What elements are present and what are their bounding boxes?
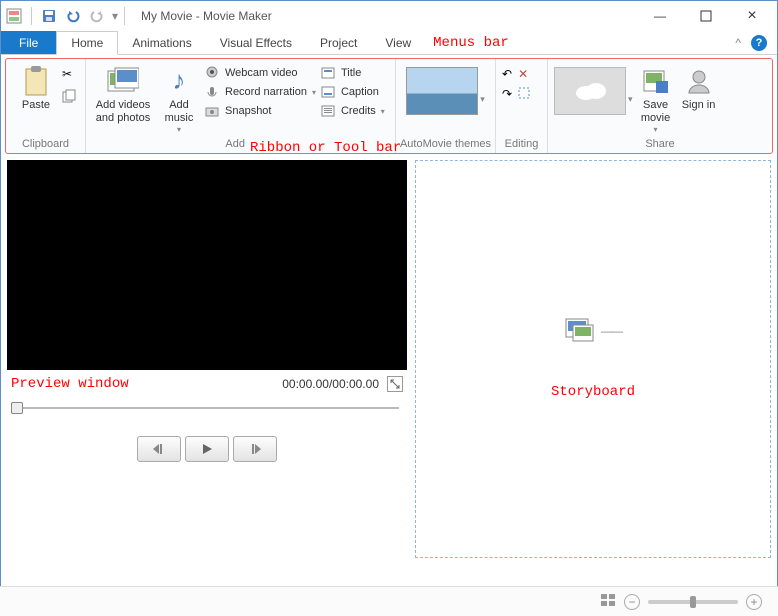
- tab-home[interactable]: Home: [56, 31, 118, 55]
- credits-button[interactable]: Credits ▾: [320, 103, 385, 119]
- snapshot-button[interactable]: Snapshot: [204, 103, 316, 119]
- window-title: My Movie - Movie Maker: [141, 9, 272, 23]
- annotation-storyboard: Storyboard: [551, 384, 635, 400]
- storyboard-placeholder-icon: ——: [565, 318, 621, 344]
- next-frame-button[interactable]: [233, 436, 277, 462]
- annotation-menus: Menus bar: [425, 31, 517, 54]
- thumbnails-view-icon[interactable]: [600, 593, 616, 610]
- menu-bar: File Home Animations Visual Effects Proj…: [1, 31, 777, 55]
- add-videos-button[interactable]: Add videos and photos: [92, 63, 154, 125]
- tab-project[interactable]: Project: [306, 31, 371, 54]
- paste-button[interactable]: Paste: [12, 63, 60, 112]
- ribbon-collapse-icon[interactable]: ^: [735, 36, 741, 50]
- group-share: Share: [548, 136, 772, 153]
- close-button[interactable]: ×: [729, 1, 775, 31]
- time-display: 00:00.00/00:00.00: [282, 377, 379, 391]
- rotate-right-icon[interactable]: ↷: [502, 87, 512, 102]
- tab-view[interactable]: View: [371, 31, 425, 54]
- titlebar: ▾ My Movie - Movie Maker ― ×: [1, 1, 777, 31]
- save-movie-button[interactable]: Save movie▾: [635, 63, 677, 135]
- seek-slider[interactable]: [11, 404, 403, 412]
- prev-frame-button[interactable]: [137, 436, 181, 462]
- storyboard-pane[interactable]: —— Storyboard: [415, 160, 771, 558]
- redo-icon[interactable]: [86, 5, 108, 27]
- group-automovie: AutoMovie themes: [396, 136, 495, 153]
- delete-icon[interactable]: ✕: [518, 67, 528, 81]
- title-button[interactable]: Title: [320, 65, 385, 81]
- tab-file[interactable]: File: [1, 31, 56, 54]
- share-cloud-icon[interactable]: [554, 67, 626, 115]
- play-button[interactable]: [185, 436, 229, 462]
- preview-pane: Preview window 00:00.00/00:00.00: [7, 160, 407, 558]
- maximize-button[interactable]: [683, 1, 729, 31]
- undo-icon[interactable]: [62, 5, 84, 27]
- annotation-ribbon: Ribbon or Tool bar: [250, 140, 401, 156]
- tab-animations[interactable]: Animations: [118, 31, 205, 54]
- zoom-slider[interactable]: [648, 600, 738, 604]
- video-preview[interactable]: [7, 160, 407, 370]
- zoom-in-button[interactable]: +: [746, 594, 762, 610]
- record-narration-button[interactable]: Record narration ▾: [204, 84, 316, 100]
- fullscreen-icon[interactable]: [387, 376, 403, 392]
- rotate-left-icon[interactable]: ↶: [502, 67, 512, 81]
- app-icon: [3, 5, 25, 27]
- zoom-out-button[interactable]: −: [624, 594, 640, 610]
- add-music-button[interactable]: ♪ Add music▾: [158, 63, 200, 135]
- minimize-button[interactable]: ―: [637, 1, 683, 31]
- sign-in-button[interactable]: Sign in: [679, 63, 719, 112]
- tab-visual-effects[interactable]: Visual Effects: [206, 31, 306, 54]
- caption-button[interactable]: Caption: [320, 84, 385, 100]
- copy-icon[interactable]: [62, 89, 76, 106]
- webcam-button[interactable]: Webcam video: [204, 65, 316, 81]
- annotation-preview: Preview window: [11, 376, 129, 392]
- select-all-icon[interactable]: [518, 87, 530, 102]
- automovie-theme-thumb[interactable]: [406, 67, 478, 115]
- group-editing: Editing: [496, 136, 547, 153]
- cut-icon[interactable]: ✂: [62, 67, 76, 81]
- group-clipboard: Clipboard: [6, 136, 85, 153]
- help-icon[interactable]: ?: [751, 35, 767, 51]
- status-bar: − +: [0, 586, 778, 616]
- save-icon[interactable]: [38, 5, 60, 27]
